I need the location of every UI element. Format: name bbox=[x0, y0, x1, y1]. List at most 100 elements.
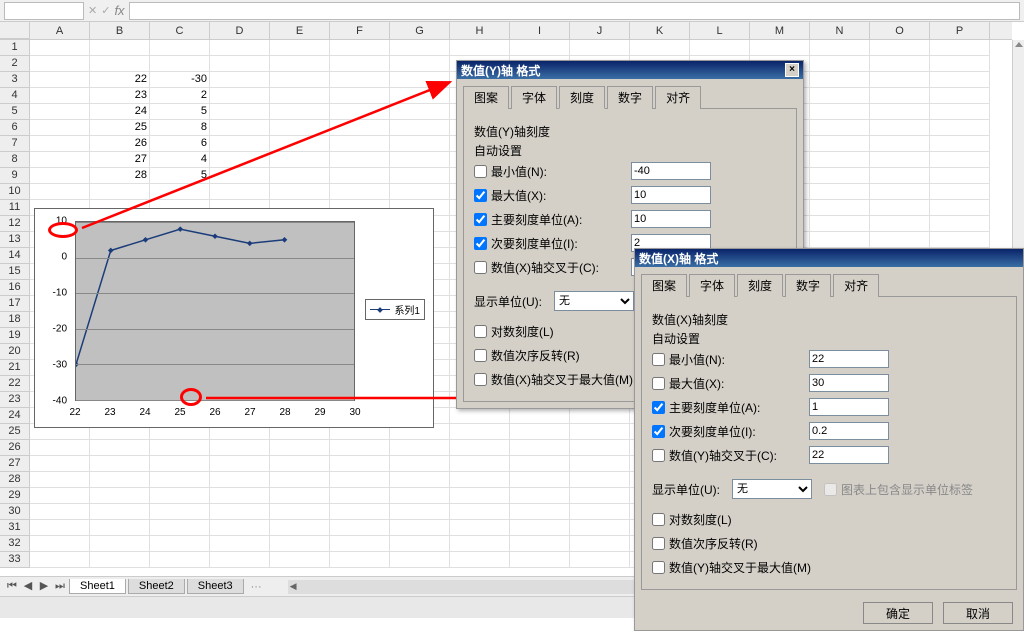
sheet-nav-next-icon[interactable]: ▶ bbox=[36, 579, 52, 595]
cell[interactable] bbox=[270, 184, 330, 200]
column-header[interactable]: C bbox=[150, 22, 210, 39]
cell[interactable] bbox=[210, 504, 270, 520]
y-check-3[interactable] bbox=[474, 237, 487, 250]
row-header[interactable]: 23 bbox=[0, 392, 30, 408]
column-header[interactable]: N bbox=[810, 22, 870, 39]
cell[interactable]: 25 bbox=[90, 120, 150, 136]
cell[interactable] bbox=[210, 520, 270, 536]
cell[interactable] bbox=[330, 456, 390, 472]
tab-图案[interactable]: 图案 bbox=[463, 86, 509, 109]
row-header[interactable]: 1 bbox=[0, 40, 30, 56]
cell[interactable] bbox=[210, 136, 270, 152]
cell[interactable] bbox=[150, 552, 210, 568]
cell[interactable] bbox=[90, 40, 150, 56]
cell[interactable] bbox=[750, 40, 810, 56]
cell[interactable] bbox=[150, 56, 210, 72]
cell[interactable] bbox=[870, 184, 930, 200]
y-opt-check-2[interactable] bbox=[474, 373, 487, 386]
cell[interactable] bbox=[330, 552, 390, 568]
cell[interactable] bbox=[90, 456, 150, 472]
x-input-4[interactable] bbox=[809, 446, 889, 464]
cell[interactable] bbox=[690, 40, 750, 56]
cell[interactable] bbox=[930, 232, 990, 248]
cell[interactable] bbox=[30, 168, 90, 184]
column-header[interactable]: O bbox=[870, 22, 930, 39]
cell[interactable] bbox=[210, 104, 270, 120]
cell[interactable] bbox=[450, 520, 510, 536]
cell[interactable] bbox=[570, 520, 630, 536]
row-header[interactable]: 10 bbox=[0, 184, 30, 200]
y-opt-check-1[interactable] bbox=[474, 349, 487, 362]
cell[interactable] bbox=[30, 456, 90, 472]
tab-刻度[interactable]: 刻度 bbox=[737, 274, 783, 297]
cell[interactable]: 5 bbox=[150, 168, 210, 184]
cell[interactable] bbox=[150, 488, 210, 504]
cell[interactable] bbox=[570, 408, 630, 424]
cell[interactable] bbox=[270, 56, 330, 72]
cell[interactable] bbox=[930, 120, 990, 136]
cell[interactable] bbox=[30, 552, 90, 568]
cell[interactable] bbox=[270, 520, 330, 536]
cell[interactable] bbox=[450, 488, 510, 504]
cell[interactable] bbox=[510, 456, 570, 472]
tab-对齐[interactable]: 对齐 bbox=[655, 86, 701, 109]
sheet-tab-Sheet1[interactable]: Sheet1 bbox=[69, 579, 126, 594]
close-icon[interactable]: × bbox=[785, 63, 799, 77]
cell[interactable] bbox=[810, 168, 870, 184]
cell[interactable] bbox=[870, 152, 930, 168]
cancel-button[interactable]: 取消 bbox=[943, 602, 1013, 624]
cell[interactable] bbox=[210, 152, 270, 168]
cell[interactable] bbox=[870, 72, 930, 88]
dialog-x-titlebar[interactable]: 数值(X)轴 格式 bbox=[635, 249, 1023, 267]
cell[interactable] bbox=[810, 216, 870, 232]
cell[interactable] bbox=[930, 56, 990, 72]
cell[interactable] bbox=[330, 488, 390, 504]
cell[interactable] bbox=[30, 472, 90, 488]
cell[interactable] bbox=[390, 520, 450, 536]
tab-字体[interactable]: 字体 bbox=[689, 274, 735, 297]
cell[interactable] bbox=[330, 536, 390, 552]
chart-legend[interactable]: 系列1 bbox=[365, 299, 425, 320]
cell[interactable] bbox=[390, 504, 450, 520]
column-header[interactable]: H bbox=[450, 22, 510, 39]
cell[interactable] bbox=[150, 520, 210, 536]
x-input-3[interactable] bbox=[809, 422, 889, 440]
cell[interactable] bbox=[390, 552, 450, 568]
cell[interactable] bbox=[570, 536, 630, 552]
y-check-0[interactable] bbox=[474, 165, 487, 178]
cell[interactable] bbox=[570, 472, 630, 488]
cell[interactable] bbox=[330, 104, 390, 120]
cell[interactable] bbox=[930, 104, 990, 120]
cell[interactable] bbox=[390, 120, 450, 136]
cell[interactable] bbox=[90, 440, 150, 456]
cell[interactable]: 26 bbox=[90, 136, 150, 152]
cell[interactable]: 22 bbox=[90, 72, 150, 88]
cell[interactable] bbox=[390, 104, 450, 120]
cell[interactable] bbox=[510, 472, 570, 488]
cell[interactable] bbox=[150, 184, 210, 200]
cell[interactable] bbox=[90, 520, 150, 536]
cell[interactable] bbox=[210, 72, 270, 88]
name-box[interactable] bbox=[4, 2, 84, 20]
y-input-1[interactable] bbox=[631, 186, 711, 204]
cell[interactable] bbox=[150, 536, 210, 552]
tab-数字[interactable]: 数字 bbox=[785, 274, 831, 297]
cell[interactable] bbox=[390, 88, 450, 104]
y-check-1[interactable] bbox=[474, 189, 487, 202]
cell[interactable] bbox=[270, 88, 330, 104]
cell[interactable] bbox=[390, 184, 450, 200]
cell[interactable] bbox=[930, 184, 990, 200]
cell[interactable] bbox=[510, 440, 570, 456]
cell[interactable] bbox=[270, 152, 330, 168]
cell[interactable] bbox=[330, 152, 390, 168]
cell[interactable] bbox=[150, 456, 210, 472]
cell[interactable] bbox=[930, 40, 990, 56]
cell[interactable] bbox=[270, 440, 330, 456]
x-check-0[interactable] bbox=[652, 353, 665, 366]
row-header[interactable]: 27 bbox=[0, 456, 30, 472]
cell[interactable] bbox=[270, 168, 330, 184]
cell[interactable] bbox=[210, 456, 270, 472]
cell[interactable] bbox=[810, 88, 870, 104]
cell[interactable] bbox=[810, 136, 870, 152]
cell[interactable] bbox=[810, 56, 870, 72]
